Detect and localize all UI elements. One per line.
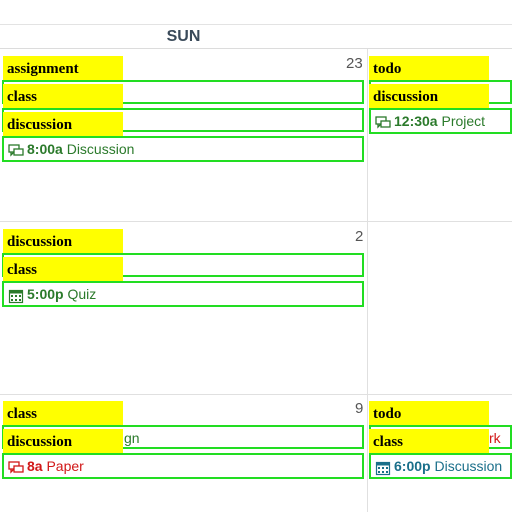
week-divider	[0, 221, 512, 222]
discussion-icon	[8, 461, 24, 474]
event-label: discussion	[3, 429, 123, 453]
event-title-partial: rk	[489, 430, 501, 446]
column-divider	[367, 49, 368, 512]
discussion-icon	[8, 144, 24, 157]
week-divider	[0, 394, 512, 395]
event-label: class	[3, 257, 123, 281]
event-label: class	[3, 84, 123, 108]
day-number: 23	[346, 55, 363, 72]
calendar-event[interactable]: 8:00a Discussion	[2, 136, 364, 162]
calendar-event[interactable]: 5:00p Quiz	[2, 281, 364, 307]
calendar-event[interactable]: 6:00p Discussion	[369, 453, 512, 479]
event-title: Quiz	[67, 286, 97, 302]
event-time: 5:00p	[27, 286, 64, 302]
event-label: class	[369, 429, 489, 453]
event-time: 6:00p	[394, 458, 431, 474]
event-label: todo	[369, 56, 489, 80]
calendar-event[interactable]: 12:30a Project	[369, 108, 512, 134]
day-number: 2	[355, 228, 364, 245]
calendar-header: SUN	[0, 24, 512, 49]
event-label: todo	[369, 401, 489, 425]
calendar-event[interactable]: 8a Paper	[2, 453, 364, 479]
event-title: Project	[441, 113, 486, 129]
calendar-icon	[375, 461, 391, 476]
event-time: 8a	[27, 458, 43, 474]
day-header-sun: SUN	[166, 28, 201, 45]
event-label: discussion	[3, 229, 123, 253]
event-label: discussion	[3, 112, 123, 136]
calendar-icon	[8, 289, 24, 304]
day-number: 9	[355, 400, 364, 417]
event-title: Discussion	[434, 458, 503, 474]
event-title-partial: gn	[124, 430, 140, 446]
event-label: discussion	[369, 84, 489, 108]
event-label: assignment	[3, 56, 123, 80]
event-label: class	[3, 401, 123, 425]
event-title: Paper	[46, 458, 84, 474]
discussion-icon	[375, 116, 391, 129]
event-time: 12:30a	[394, 113, 438, 129]
event-title: Discussion	[66, 141, 135, 157]
event-time: 8:00a	[27, 141, 63, 157]
